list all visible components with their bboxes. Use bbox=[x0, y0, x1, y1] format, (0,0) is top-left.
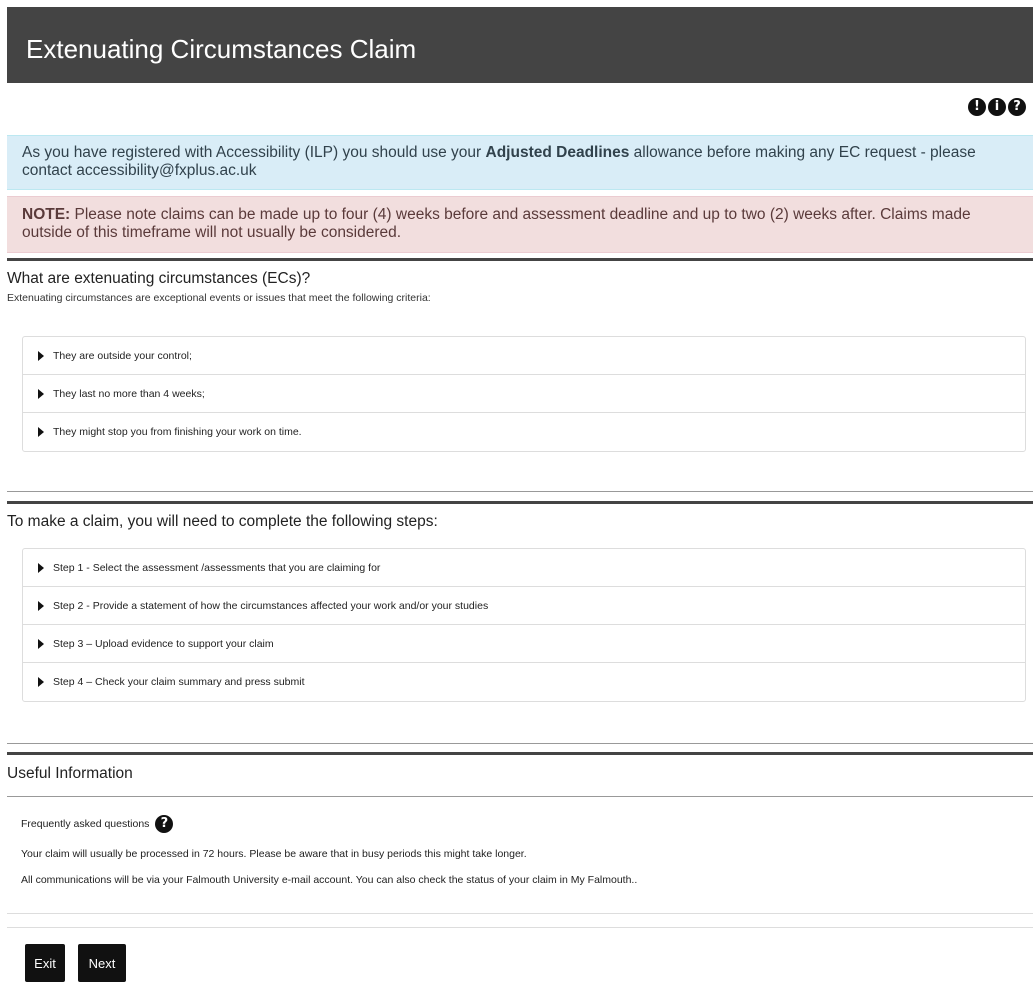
criteria-item[interactable]: They are outside your control; bbox=[23, 337, 1025, 375]
step-item[interactable]: Step 1 - Select the assessment /assessme… bbox=[23, 549, 1025, 587]
caret-right-icon bbox=[38, 638, 44, 649]
section-divider bbox=[7, 752, 1033, 755]
caret-right-icon bbox=[38, 677, 44, 687]
section-divider bbox=[7, 491, 1033, 492]
ec-section-title: What are extenuating circumstances (ECs)… bbox=[7, 270, 311, 287]
note-text: Please note claims can be made up to fou… bbox=[22, 206, 971, 241]
step-item-label: Step 2 - Provide a statement of how the … bbox=[53, 599, 489, 612]
accessibility-alert: As you have registered with Accessibilit… bbox=[7, 135, 1033, 190]
processing-info: Your claim will usually be processed in … bbox=[21, 848, 527, 860]
section-divider bbox=[7, 796, 1033, 797]
exclamation-icon[interactable]: ! bbox=[968, 98, 986, 116]
step-item[interactable]: Step 3 – Upload evidence to support your… bbox=[23, 625, 1025, 663]
caret-right-icon bbox=[38, 388, 44, 399]
step-item[interactable]: Step 2 - Provide a statement of how the … bbox=[23, 587, 1025, 625]
question-icon[interactable]: ? bbox=[155, 815, 174, 833]
caret-right-icon bbox=[38, 600, 44, 611]
alert-info-prefix: As you have registered with Accessibilit… bbox=[22, 144, 486, 161]
step-item-label: Step 1 - Select the assessment /assessme… bbox=[53, 561, 381, 574]
deadline-note-alert: NOTE: Please note claims can be made up … bbox=[7, 196, 1033, 253]
help-icons: ! i ? bbox=[968, 98, 1026, 116]
useful-section-title: Useful Information bbox=[7, 765, 133, 782]
alert-info-bold: Adjusted Deadlines bbox=[485, 144, 630, 161]
section-divider bbox=[7, 501, 1033, 504]
question-icon[interactable]: ? bbox=[1008, 98, 1026, 116]
criteria-item[interactable]: They last no more than 4 weeks; bbox=[23, 375, 1025, 413]
caret-right-icon bbox=[38, 350, 44, 361]
page-title: Extenuating Circumstances Claim bbox=[26, 34, 417, 64]
exit-button[interactable]: Exit bbox=[25, 944, 65, 982]
step-item-label: Step 3 – Upload evidence to support your… bbox=[53, 637, 274, 650]
steps-section-title: To make a claim, you will need to comple… bbox=[7, 513, 438, 530]
caret-right-icon bbox=[38, 427, 44, 437]
criteria-item-label: They might stop you from finishing your … bbox=[53, 426, 302, 438]
criteria-item-label: They last no more than 4 weeks; bbox=[53, 387, 205, 400]
caret-right-icon bbox=[38, 562, 44, 573]
section-divider bbox=[7, 913, 1033, 914]
section-divider bbox=[7, 927, 1033, 928]
ec-section-subtitle: Extenuating circumstances are exceptiona… bbox=[7, 292, 431, 304]
criteria-item[interactable]: They might stop you from finishing your … bbox=[23, 413, 1025, 451]
criteria-item-label: They are outside your control; bbox=[53, 349, 192, 362]
faq-line: Frequently asked questions ? bbox=[21, 815, 174, 833]
step-item[interactable]: Step 4 – Check your claim summary and pr… bbox=[23, 663, 1025, 701]
steps-list: Step 1 - Select the assessment /assessme… bbox=[22, 548, 1026, 702]
step-item-label: Step 4 – Check your claim summary and pr… bbox=[53, 676, 305, 688]
note-label: NOTE: bbox=[22, 206, 71, 223]
communications-info: All communications will be via your Falm… bbox=[21, 874, 638, 886]
section-divider bbox=[7, 743, 1033, 744]
next-button[interactable]: Next bbox=[78, 944, 126, 982]
page-header: Extenuating Circumstances Claim bbox=[7, 7, 1033, 83]
criteria-list: They are outside your control; They last… bbox=[22, 336, 1026, 452]
section-divider bbox=[7, 258, 1033, 261]
info-icon[interactable]: i bbox=[988, 98, 1006, 116]
faq-label: Frequently asked questions bbox=[21, 818, 150, 830]
